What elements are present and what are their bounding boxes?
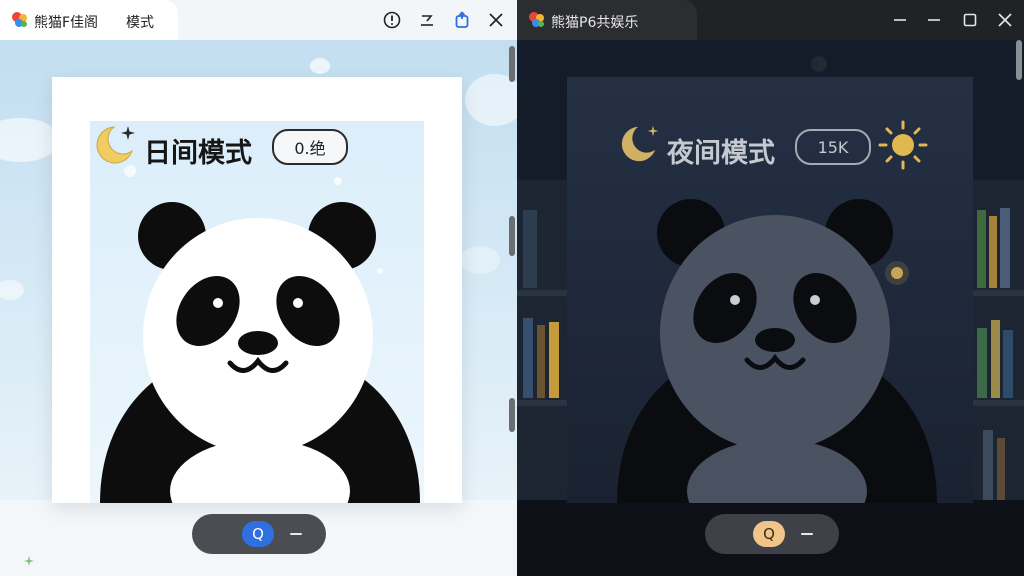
mode-title: 日间模式 [144,138,252,169]
minimize-icon [894,19,906,21]
title-bar: 熊猫F佳阁 模式 [0,0,517,40]
app-logo-icon [529,12,544,27]
scrollbar[interactable] [509,40,515,576]
share-icon [455,11,469,28]
corner-sparkle-icon [24,556,34,566]
mode-title: 夜间模式 [667,138,775,169]
scroll-thumb-top[interactable] [509,46,515,82]
scrollbar[interactable] [1016,40,1022,576]
minimize-button[interactable] [415,8,439,32]
title-bar: 熊猫P6共娱乐 [517,0,1024,40]
tab-title: 熊猫F佳阁 [34,15,99,31]
theme-toggle[interactable]: Q [705,514,839,554]
scroll-thumb-mid[interactable] [509,216,515,256]
browser-tab[interactable]: 熊猫P6共娱乐 [517,0,697,40]
maximize-button[interactable] [958,8,982,32]
scroll-thumb[interactable] [1016,40,1022,80]
scroll-thumb-bottom[interactable] [509,398,515,432]
toggle-dash [801,533,813,535]
card-illustration-area [90,121,424,503]
toggle-knob[interactable]: Q [753,521,785,547]
maximize-icon [963,13,977,27]
close-button[interactable] [484,8,508,32]
restore-button[interactable] [922,8,946,32]
tab-mode-label: 模式 [126,15,154,31]
minimize-alt-icon [928,19,940,21]
minimize-button[interactable] [888,8,912,32]
sparkle-icon [647,125,659,137]
toggle-dash [290,533,302,535]
day-mode-window: 熊猫F佳阁 模式 日间模式 0.绝 Q [0,0,517,576]
share-button[interactable] [450,8,474,32]
tab-title: 熊猫P6共娱乐 [551,15,639,31]
value-pill: 15K [795,129,871,165]
day-mode-card: 日间模式 0.绝 [52,77,462,503]
panda-illustration [100,165,420,503]
info-button[interactable] [380,8,404,32]
app-logo-icon [12,12,27,27]
value-pill: 0.绝 [272,129,348,165]
minimize-icon [421,15,433,26]
close-icon [489,13,503,27]
sparkle-icon [121,126,135,140]
night-mode-card: 夜间模式 15K [567,77,973,503]
close-button[interactable] [993,8,1017,32]
close-icon [998,13,1012,27]
theme-toggle[interactable]: Q [192,514,326,554]
info-icon [383,11,401,29]
toggle-knob[interactable]: Q [242,521,274,547]
browser-tab[interactable]: 熊猫F佳阁 模式 [0,0,178,40]
night-mode-window: 熊猫P6共娱乐 夜间模式 15K Q [517,0,1024,576]
sun-icon [878,120,928,170]
